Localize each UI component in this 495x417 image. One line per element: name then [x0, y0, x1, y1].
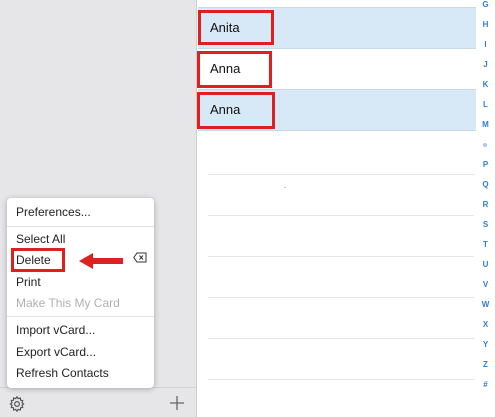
anna-highlight-box — [197, 51, 272, 88]
alphabet-index[interactable]: G H I J K L M P Q R S T U V W X Y Z # — [476, 0, 495, 417]
backspace-icon — [133, 252, 147, 263]
settings-button[interactable] — [8, 395, 26, 413]
alphabet-index-letter[interactable]: L — [476, 100, 495, 110]
alphabet-index-letter[interactable]: P — [476, 160, 495, 170]
plus-icon — [170, 396, 184, 410]
list-divider — [208, 256, 474, 257]
list-divider — [208, 338, 474, 339]
settings-menu: Preferences... Select All Delete Print M… — [7, 198, 154, 388]
list-divider — [208, 174, 474, 175]
menu-item-refresh-contacts[interactable]: Refresh Contacts — [16, 364, 109, 382]
alphabet-index-letter[interactable]: U — [476, 260, 495, 270]
alphabet-index-dot — [483, 143, 487, 147]
menu-item-make-my-card: Make This My Card — [16, 296, 120, 310]
list-divider — [208, 297, 474, 298]
menu-separator — [7, 226, 154, 227]
alphabet-index-letter[interactable]: Q — [476, 180, 495, 190]
list-divider — [208, 215, 474, 216]
artifact-speck — [284, 187, 286, 188]
sidebar-bottom-bar — [0, 387, 197, 417]
alphabet-index-letter[interactable]: R — [476, 200, 495, 210]
menu-item-print[interactable]: Print — [16, 273, 41, 291]
anita-highlight-box — [198, 10, 274, 45]
menu-item-preferences[interactable]: Preferences... — [16, 203, 91, 221]
alphabet-index-letter[interactable]: X — [476, 320, 495, 330]
alphabet-index-letter[interactable]: W — [476, 300, 495, 310]
alphabet-index-letter[interactable]: # — [476, 380, 495, 390]
gear-icon — [9, 395, 25, 413]
arrow-left-icon — [79, 253, 123, 269]
alphabet-index-letter[interactable]: H — [476, 20, 495, 30]
alphabet-index-letter[interactable]: J — [476, 60, 495, 70]
anna-highlight-box — [197, 92, 275, 129]
alphabet-index-letter[interactable]: V — [476, 280, 495, 290]
alphabet-index-letter[interactable]: Y — [476, 340, 495, 350]
alphabet-index-letter[interactable]: G — [476, 0, 495, 10]
add-contact-button[interactable] — [168, 394, 186, 412]
list-divider — [208, 379, 474, 380]
alphabet-index-letter[interactable]: M — [476, 120, 495, 130]
alphabet-index-letter[interactable]: S — [476, 220, 495, 230]
delete-highlight-box — [11, 248, 65, 272]
menu-separator — [7, 316, 154, 317]
menu-item-export-vcard[interactable]: Export vCard... — [16, 343, 96, 361]
alphabet-index-letter[interactable]: I — [476, 40, 495, 50]
alphabet-index-letter[interactable]: K — [476, 80, 495, 90]
alphabet-index-letter[interactable]: T — [476, 240, 495, 250]
row-border — [198, 130, 476, 131]
menu-item-import-vcard[interactable]: Import vCard... — [16, 321, 95, 339]
alphabet-index-letter[interactable]: Z — [476, 360, 495, 370]
menu-item-select-all[interactable]: Select All — [16, 230, 65, 248]
